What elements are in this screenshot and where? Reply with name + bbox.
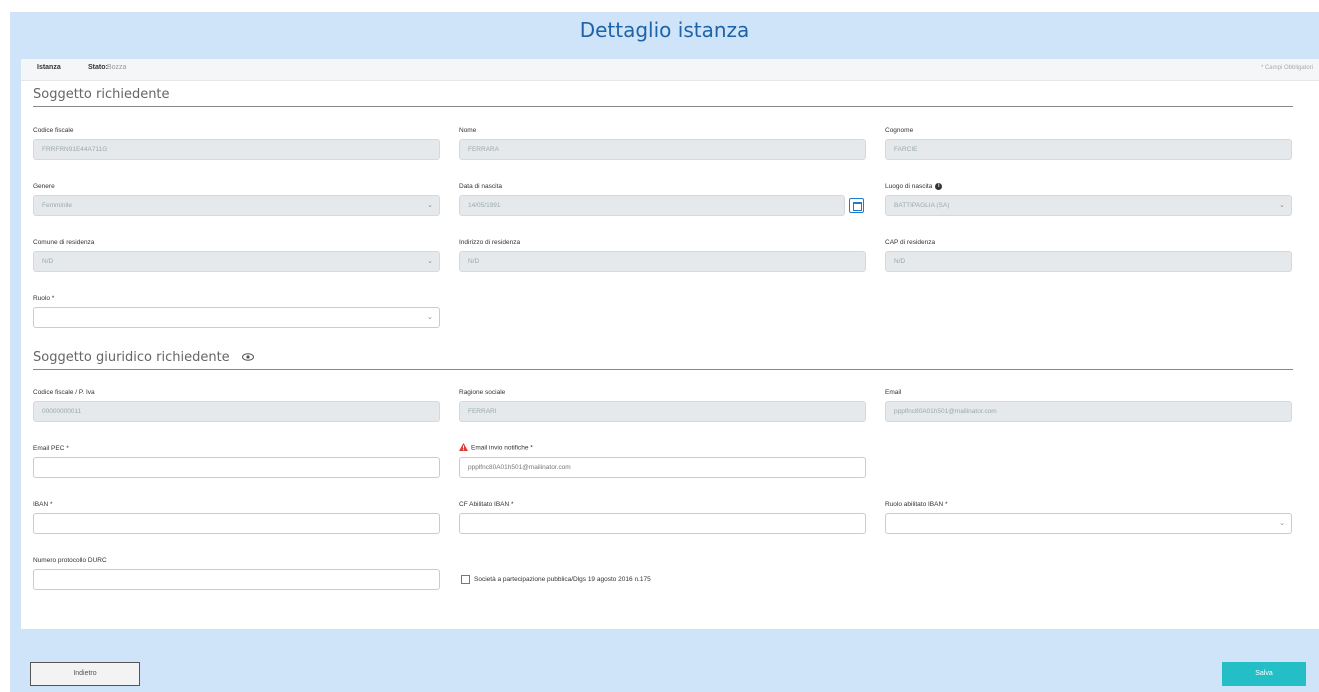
cf-abilitato-iban-label: CF Abilitato IBAN * [459, 501, 514, 508]
societa-partecipazione-checkbox[interactable] [461, 575, 470, 584]
email-pec-label: Email PEC * [33, 445, 69, 452]
ragione-sociale-field: FERRARI [459, 401, 866, 422]
comune-residenza-select: N/D ⌄ [33, 251, 440, 272]
ruolo-abilitato-iban-label: Ruolo abilitato IBAN * [885, 501, 948, 508]
calendar-icon[interactable] [849, 198, 864, 213]
chevron-down-icon: ⌄ [1279, 202, 1285, 209]
codice-fiscale-label: Codice fiscale [33, 127, 74, 134]
luogo-nascita-label: Luogo di nascita i [885, 183, 943, 191]
ragione-sociale-label: Ragione sociale [459, 389, 506, 396]
comune-residenza-value: N/D [42, 258, 54, 265]
email-pec-input[interactable] [33, 457, 440, 478]
indirizzo-residenza-field: N/D [459, 251, 866, 272]
comune-residenza-label: Comune di residenza [33, 239, 95, 246]
section-title-soggetto-richiedente: Soggetto richiedente [33, 87, 170, 102]
ruolo-label: Ruolo * [33, 295, 55, 302]
cognome-field: FARCIE [885, 139, 1292, 160]
status-label: Stato: [88, 64, 108, 71]
iban-label: IBAN * [33, 501, 53, 508]
luogo-nascita-select: BATTIPAGLIA (SA) ⌄ [885, 195, 1292, 216]
ruolo-abilitato-iban-select[interactable]: ⌄ [885, 513, 1292, 534]
email-label: Email [885, 389, 902, 396]
durc-label: Numero protocollo DURC [33, 557, 107, 564]
email-field: ppplfnc80A01h501@mailinator.com [885, 401, 1292, 422]
warning-icon [459, 443, 468, 453]
genere-select: Femminile ⌄ [33, 195, 440, 216]
email-notifiche-input[interactable]: ppplfnc80A01h501@mailinator.com [459, 457, 866, 478]
cf-piva-field: 00000000011 [33, 401, 440, 422]
codice-fiscale-field: FRRFRN91E44A711G [33, 139, 440, 160]
societa-partecipazione-label: Società a partecipazione pubblica/Dlgs 1… [474, 576, 651, 583]
iban-input[interactable] [33, 513, 440, 534]
eye-icon[interactable] [241, 350, 254, 365]
ruolo-select[interactable]: ⌄ [33, 307, 440, 328]
data-nascita-field: 14/05/1991 [459, 195, 845, 216]
section-title-soggetto-giuridico: Soggetto giuridico richiedente [33, 350, 254, 365]
chevron-down-icon: ⌄ [427, 258, 433, 265]
form-panel: Istanza Stato: Bozza * Campi Obbligatori… [21, 59, 1319, 629]
genere-value: Femminile [42, 202, 72, 209]
email-notifiche-label-text: Email invio notifiche * [471, 444, 533, 452]
page-title: Dettaglio istanza [579, 18, 750, 42]
cognome-label: Cognome [885, 127, 914, 134]
save-button[interactable]: Salva [1222, 662, 1306, 686]
durc-input[interactable] [33, 569, 440, 590]
luogo-nascita-value: BATTIPAGLIA (SA) [894, 202, 950, 209]
email-notifiche-label: Email invio notifiche * [459, 443, 533, 453]
chevron-down-icon: ⌄ [1279, 520, 1285, 527]
chevron-down-icon: ⌄ [427, 202, 433, 209]
section-divider [33, 369, 1293, 370]
tab-bar: Istanza Stato: Bozza * Campi Obbligatori [21, 59, 1319, 81]
luogo-nascita-label-text: Luogo di nascita [885, 183, 933, 191]
tab-istanza[interactable]: Istanza [37, 64, 61, 71]
status-value: Bozza [107, 64, 127, 71]
info-icon[interactable]: i [935, 183, 943, 190]
cap-residenza-label: CAP di residenza [885, 239, 936, 246]
data-nascita-label: Data di nascita [459, 183, 502, 190]
nome-field: FERRARA [459, 139, 866, 160]
section-divider [33, 106, 1293, 107]
indirizzo-residenza-label: Indirizzo di residenza [459, 239, 521, 246]
required-fields-note: * Campi Obbligatori [1260, 65, 1313, 71]
back-button[interactable]: Indietro [30, 662, 140, 686]
cf-piva-label: Codice fiscale / P. Iva [33, 389, 95, 396]
genere-label: Genere [33, 183, 55, 190]
nome-label: Nome [459, 127, 477, 134]
chevron-down-icon: ⌄ [427, 314, 433, 321]
section-title-text: Soggetto giuridico richiedente [33, 350, 230, 365]
cf-abilitato-iban-input[interactable] [459, 513, 866, 534]
cap-residenza-field: N/D [885, 251, 1292, 272]
